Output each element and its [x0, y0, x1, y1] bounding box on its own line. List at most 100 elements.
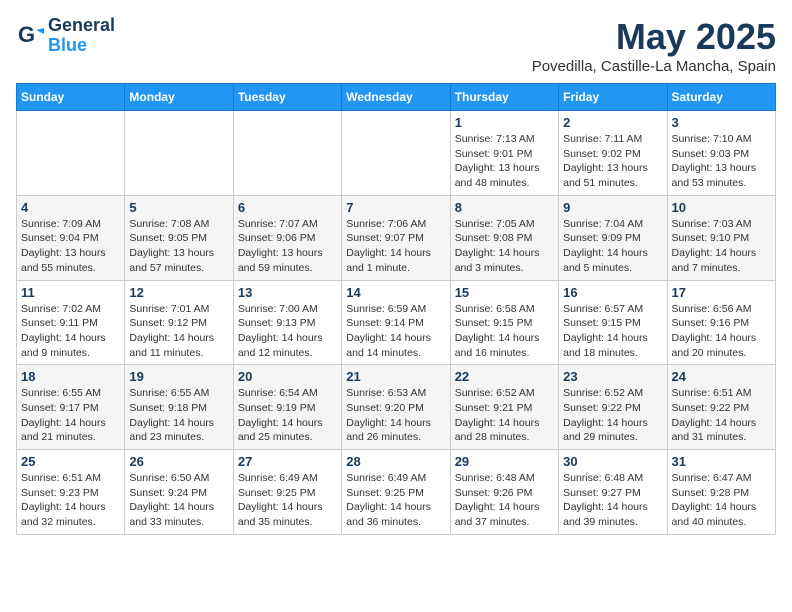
- calendar-cell: 28 Sunrise: 6:49 AMSunset: 9:25 PMDayligh…: [342, 450, 450, 535]
- calendar-cell: [17, 111, 125, 196]
- weekday-header-saturday: Saturday: [667, 84, 775, 111]
- calendar-cell: 26Sunrise: 6:50 AMSunset: 9:24 PMDayligh…: [125, 450, 233, 535]
- day-number: 18: [21, 369, 120, 384]
- calendar-cell: 5 Sunrise: 7:08 AMSunset: 9:05 PMDaylight…: [125, 195, 233, 280]
- calendar-cell: 18 Sunrise: 6:55 AMSunset: 9:17 PMDayligh…: [17, 365, 125, 450]
- day-number: 24: [672, 369, 771, 384]
- day-info: Sunrise: 6:49 AMSunset: 9:25 PMDaylight:…: [346, 471, 445, 530]
- calendar-cell: 13 Sunrise: 7:00 AMSunset: 9:13 PMDayligh…: [233, 280, 341, 365]
- day-number: 21: [346, 369, 445, 384]
- calendar-cell: 9 Sunrise: 7:04 AMSunset: 9:09 PMDaylight…: [559, 195, 667, 280]
- calendar-cell: 21 Sunrise: 6:53 AMSunset: 9:20 PMDayligh…: [342, 365, 450, 450]
- day-number: 13: [238, 285, 337, 300]
- svg-text:G: G: [18, 22, 35, 47]
- weekday-header-sunday: Sunday: [17, 84, 125, 111]
- day-info: Sunrise: 7:09 AMSunset: 9:04 PMDaylight:…: [21, 217, 120, 276]
- calendar-cell: 7 Sunrise: 7:06 AMSunset: 9:07 PMDaylight…: [342, 195, 450, 280]
- day-info: Sunrise: 6:55 AMSunset: 9:17 PMDaylight:…: [21, 386, 120, 445]
- calendar-cell: 31Sunrise: 6:47 AMSunset: 9:28 PMDayligh…: [667, 450, 775, 535]
- calendar-cell: 14 Sunrise: 6:59 AMSunset: 9:14 PMDayligh…: [342, 280, 450, 365]
- calendar-cell: 6Sunrise: 7:07 AMSunset: 9:06 PMDaylight…: [233, 195, 341, 280]
- day-info: Sunrise: 7:02 AMSunset: 9:11 PMDaylight:…: [21, 302, 120, 361]
- day-info: Sunrise: 7:01 AMSunset: 9:12 PMDaylight:…: [129, 302, 228, 361]
- day-number: 3: [672, 115, 771, 130]
- day-info: Sunrise: 6:48 AMSunset: 9:26 PMDaylight:…: [455, 471, 554, 530]
- calendar-week-row: 25Sunrise: 6:51 AMSunset: 9:23 PMDayligh…: [17, 450, 776, 535]
- title-area: May 2025 Povedilla, Castille-La Mancha, …: [532, 16, 776, 75]
- day-info: Sunrise: 7:00 AMSunset: 9:13 PMDaylight:…: [238, 302, 337, 361]
- calendar-title: May 2025: [532, 16, 776, 58]
- day-number: 6: [238, 200, 337, 215]
- calendar-cell: 15 Sunrise: 6:58 AMSunset: 9:15 PMDayligh…: [450, 280, 558, 365]
- calendar-cell: 8Sunrise: 7:05 AMSunset: 9:08 PMDaylight…: [450, 195, 558, 280]
- day-number: 7: [346, 200, 445, 215]
- day-info: Sunrise: 7:13 AMSunset: 9:01 PMDaylight:…: [455, 132, 554, 191]
- calendar-subtitle: Povedilla, Castille-La Mancha, Spain: [532, 58, 776, 75]
- day-number: 22: [455, 369, 554, 384]
- day-number: 5: [129, 200, 228, 215]
- day-number: 10: [672, 200, 771, 215]
- day-number: 20: [238, 369, 337, 384]
- day-number: 23: [563, 369, 662, 384]
- day-info: Sunrise: 6:53 AMSunset: 9:20 PMDaylight:…: [346, 386, 445, 445]
- day-number: 14: [346, 285, 445, 300]
- day-info: Sunrise: 6:55 AMSunset: 9:18 PMDaylight:…: [129, 386, 228, 445]
- day-info: Sunrise: 6:49 AMSunset: 9:25 PMDaylight:…: [238, 471, 337, 530]
- calendar-cell: 10Sunrise: 7:03 AMSunset: 9:10 PMDayligh…: [667, 195, 775, 280]
- day-info: Sunrise: 6:57 AMSunset: 9:15 PMDaylight:…: [563, 302, 662, 361]
- logo: G General Blue: [16, 16, 115, 56]
- logo-icon: G: [16, 22, 44, 50]
- day-info: Sunrise: 6:47 AMSunset: 9:28 PMDaylight:…: [672, 471, 771, 530]
- day-info: Sunrise: 6:52 AMSunset: 9:21 PMDaylight:…: [455, 386, 554, 445]
- day-number: 12: [129, 285, 228, 300]
- day-number: 9: [563, 200, 662, 215]
- day-number: 16: [563, 285, 662, 300]
- calendar-cell: 30Sunrise: 6:48 AMSunset: 9:27 PMDayligh…: [559, 450, 667, 535]
- calendar-cell: 20 Sunrise: 6:54 AMSunset: 9:19 PMDayligh…: [233, 365, 341, 450]
- weekday-header-monday: Monday: [125, 84, 233, 111]
- day-number: 4: [21, 200, 120, 215]
- calendar-cell: 4 Sunrise: 7:09 AMSunset: 9:04 PMDaylight…: [17, 195, 125, 280]
- calendar-cell: 16 Sunrise: 6:57 AMSunset: 9:15 PMDayligh…: [559, 280, 667, 365]
- day-info: Sunrise: 7:04 AMSunset: 9:09 PMDaylight:…: [563, 217, 662, 276]
- weekday-header-wednesday: Wednesday: [342, 84, 450, 111]
- weekday-header-row: SundayMondayTuesdayWednesdayThursdayFrid…: [17, 84, 776, 111]
- day-info: Sunrise: 6:54 AMSunset: 9:19 PMDaylight:…: [238, 386, 337, 445]
- calendar-cell: [233, 111, 341, 196]
- day-number: 30: [563, 454, 662, 469]
- day-number: 15: [455, 285, 554, 300]
- day-info: Sunrise: 7:05 AMSunset: 9:08 PMDaylight:…: [455, 217, 554, 276]
- day-info: Sunrise: 6:56 AMSunset: 9:16 PMDaylight:…: [672, 302, 771, 361]
- calendar-cell: 27 Sunrise: 6:49 AMSunset: 9:25 PMDayligh…: [233, 450, 341, 535]
- calendar-cell: 11 Sunrise: 7:02 AMSunset: 9:11 PMDayligh…: [17, 280, 125, 365]
- logo-text: General Blue: [48, 16, 115, 56]
- weekday-header-tuesday: Tuesday: [233, 84, 341, 111]
- day-number: 26: [129, 454, 228, 469]
- calendar-week-row: 1Sunrise: 7:13 AMSunset: 9:01 PMDaylight…: [17, 111, 776, 196]
- calendar-week-row: 11 Sunrise: 7:02 AMSunset: 9:11 PMDayligh…: [17, 280, 776, 365]
- day-info: Sunrise: 7:11 AMSunset: 9:02 PMDaylight:…: [563, 132, 662, 191]
- day-number: 28: [346, 454, 445, 469]
- calendar-cell: 22 Sunrise: 6:52 AMSunset: 9:21 PMDayligh…: [450, 365, 558, 450]
- calendar-week-row: 18 Sunrise: 6:55 AMSunset: 9:17 PMDayligh…: [17, 365, 776, 450]
- day-info: Sunrise: 6:59 AMSunset: 9:14 PMDaylight:…: [346, 302, 445, 361]
- calendar-cell: 25Sunrise: 6:51 AMSunset: 9:23 PMDayligh…: [17, 450, 125, 535]
- weekday-header-friday: Friday: [559, 84, 667, 111]
- day-number: 11: [21, 285, 120, 300]
- calendar-cell: 17Sunrise: 6:56 AMSunset: 9:16 PMDayligh…: [667, 280, 775, 365]
- calendar-cell: [125, 111, 233, 196]
- day-number: 25: [21, 454, 120, 469]
- day-info: Sunrise: 6:58 AMSunset: 9:15 PMDaylight:…: [455, 302, 554, 361]
- calendar-week-row: 4 Sunrise: 7:09 AMSunset: 9:04 PMDaylight…: [17, 195, 776, 280]
- day-number: 29: [455, 454, 554, 469]
- day-info: Sunrise: 7:06 AMSunset: 9:07 PMDaylight:…: [346, 217, 445, 276]
- day-info: Sunrise: 7:08 AMSunset: 9:05 PMDaylight:…: [129, 217, 228, 276]
- calendar-cell: 1Sunrise: 7:13 AMSunset: 9:01 PMDaylight…: [450, 111, 558, 196]
- calendar-cell: 29 Sunrise: 6:48 AMSunset: 9:26 PMDayligh…: [450, 450, 558, 535]
- page-header: G General Blue May 2025 Povedilla, Casti…: [16, 16, 776, 75]
- day-info: Sunrise: 7:10 AMSunset: 9:03 PMDaylight:…: [672, 132, 771, 191]
- day-number: 27: [238, 454, 337, 469]
- calendar-cell: 12 Sunrise: 7:01 AMSunset: 9:12 PMDayligh…: [125, 280, 233, 365]
- day-number: 19: [129, 369, 228, 384]
- calendar-cell: 23Sunrise: 6:52 AMSunset: 9:22 PMDayligh…: [559, 365, 667, 450]
